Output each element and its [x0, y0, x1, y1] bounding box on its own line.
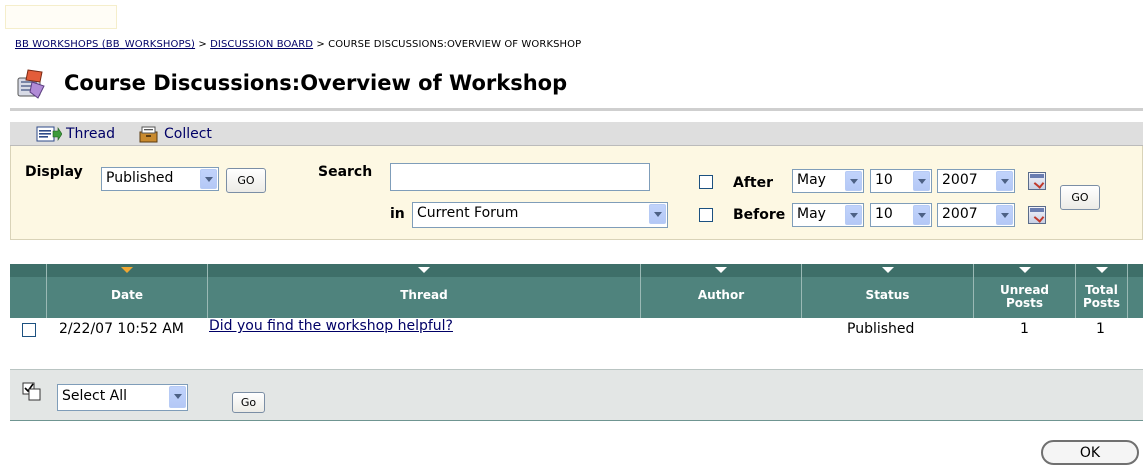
after-day-select[interactable]: 10	[870, 169, 932, 193]
title-divider	[10, 108, 1143, 111]
column-header-author[interactable]: Author	[641, 264, 802, 318]
sort-arrow-icon	[121, 267, 133, 273]
after-month-select[interactable]: May	[792, 169, 864, 193]
column-header-status-label: Status	[865, 288, 910, 302]
unread-line1: Unread	[999, 283, 1050, 297]
row-thread: Did you find the workshop helpful?	[209, 318, 453, 334]
breadcrumb-current: COURSE DISCUSSIONS:OVERVIEW OF WORKSHOP	[328, 39, 582, 50]
column-header-total-posts[interactable]: Total Posts	[1076, 264, 1128, 318]
discussion-board-icon	[17, 69, 45, 99]
before-day-select[interactable]: 10	[870, 203, 932, 227]
collect-button[interactable]: Collect	[138, 125, 212, 143]
thread-button[interactable]: Thread	[36, 125, 115, 143]
row-unread-posts: 1	[1020, 321, 1029, 337]
table-header: Date Thread Author Status Unread Posts To…	[10, 264, 1143, 318]
chevron-down-icon[interactable]	[996, 171, 1013, 191]
collect-icon	[139, 126, 158, 143]
calendar-icon[interactable]	[1028, 206, 1046, 224]
before-label: Before	[733, 207, 786, 223]
row-date: 2/22/07 10:52 AM	[59, 321, 184, 337]
chevron-down-icon[interactable]	[200, 169, 217, 189]
after-day-value: 10	[875, 172, 893, 188]
breadcrumb-course-link[interactable]: BB WORKSHOPS (BB_WORKSHOPS)	[15, 39, 195, 50]
row-status: Published	[847, 321, 915, 337]
column-header-unread-label: Unread Posts	[974, 284, 1075, 310]
calendar-icon[interactable]	[1028, 172, 1046, 190]
display-select[interactable]: Published	[101, 167, 219, 191]
page-title: Course Discussions:Overview of Workshop	[64, 71, 568, 95]
column-header-status[interactable]: Status	[802, 264, 974, 318]
ok-button[interactable]: OK	[1041, 440, 1139, 465]
in-label: in	[390, 206, 405, 222]
chevron-down-icon[interactable]	[913, 205, 930, 225]
bulk-select-value: Select All	[62, 388, 127, 404]
column-header-unread-posts[interactable]: Unread Posts	[974, 264, 1076, 318]
breadcrumb: BB WORKSHOPS (BB_WORKSHOPS) > DISCUSSION…	[15, 39, 581, 50]
search-label: Search	[318, 164, 373, 180]
column-header-date-label: Date	[111, 288, 143, 302]
sort-arrow-icon	[881, 267, 894, 273]
in-forum-select[interactable]: Current Forum	[412, 202, 668, 228]
bulk-select[interactable]: Select All	[57, 384, 188, 411]
search-input[interactable]	[390, 163, 650, 191]
column-header-thread-label: Thread	[400, 288, 448, 302]
sort-arrow-icon	[715, 267, 727, 273]
before-checkbox[interactable]	[699, 208, 713, 222]
display-select-value: Published	[106, 170, 174, 186]
chevron-down-icon[interactable]	[169, 386, 186, 408]
total-line1: Total	[1085, 283, 1118, 297]
unread-line2: Posts	[1005, 296, 1044, 310]
breadcrumb-separator: >	[198, 39, 207, 50]
row-total-posts: 1	[1096, 321, 1105, 337]
column-header-thread[interactable]: Thread	[208, 264, 641, 318]
chevron-down-icon[interactable]	[913, 171, 930, 191]
after-checkbox[interactable]	[699, 175, 713, 189]
after-month-value: May	[797, 172, 826, 188]
before-year-select[interactable]: 2007	[937, 203, 1015, 227]
display-go-button[interactable]: GO	[226, 168, 266, 193]
in-forum-select-value: Current Forum	[417, 205, 519, 221]
breadcrumb-separator: >	[316, 39, 325, 50]
total-line2: Posts	[1082, 296, 1121, 310]
column-header-select	[10, 264, 47, 318]
new-thread-icon	[36, 126, 62, 142]
column-header-author-label: Author	[697, 288, 745, 302]
before-day-value: 10	[875, 206, 893, 222]
chevron-down-icon[interactable]	[845, 171, 862, 191]
top-frame-box	[5, 5, 117, 29]
thread-link[interactable]: Did you find the workshop helpful?	[209, 318, 453, 334]
chevron-down-icon[interactable]	[845, 205, 862, 225]
sort-arrow-icon	[1018, 267, 1031, 273]
before-month-value: May	[797, 206, 826, 222]
after-year-select[interactable]: 2007	[937, 169, 1015, 193]
after-label: After	[733, 175, 774, 191]
column-header-total-label: Total Posts	[1076, 284, 1127, 310]
action-bar: Thread Collect	[10, 122, 1143, 146]
select-all-checkbox-icon[interactable]	[22, 382, 42, 402]
before-year-value: 2007	[942, 206, 978, 222]
date-go-button[interactable]: GO	[1060, 185, 1100, 210]
display-label: Display	[25, 164, 83, 180]
breadcrumb-discussion-board-link[interactable]: DISCUSSION BOARD	[210, 39, 313, 50]
after-year-value: 2007	[942, 172, 978, 188]
sort-arrow-icon	[1095, 267, 1108, 273]
column-header-date[interactable]: Date	[47, 264, 208, 318]
bulk-go-button[interactable]: Go	[232, 392, 265, 413]
chevron-down-icon[interactable]	[996, 205, 1013, 225]
collect-label: Collect	[164, 126, 212, 142]
row-checkbox[interactable]	[22, 323, 36, 337]
sort-arrow-icon	[418, 267, 430, 273]
before-month-select[interactable]: May	[792, 203, 864, 227]
bulk-action-bar: Select All Go	[10, 369, 1143, 421]
thread-label: Thread	[66, 126, 115, 142]
chevron-down-icon[interactable]	[649, 204, 666, 224]
